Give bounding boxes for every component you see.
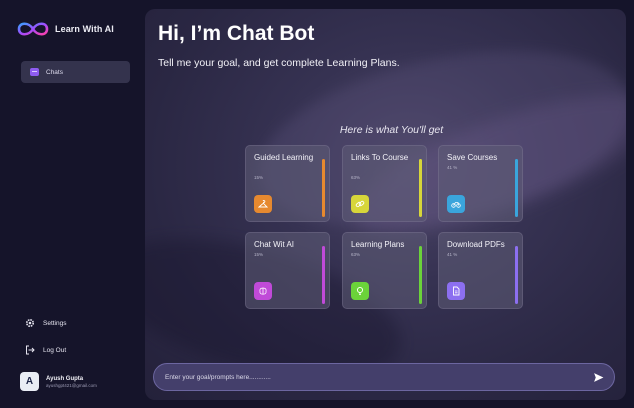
progress-bar — [419, 246, 422, 304]
card-title: Save Courses — [447, 153, 498, 162]
chat-panel: Hi, I’m Chat Bot Tell me your goal, and … — [145, 9, 626, 400]
gear-icon — [25, 318, 35, 328]
brain-icon — [254, 282, 272, 300]
send-icon[interactable] — [593, 372, 604, 383]
card-percent: 41 % — [447, 165, 458, 170]
chat-icon — [30, 68, 39, 76]
bike-icon — [447, 195, 465, 213]
progress-bar — [322, 246, 325, 304]
progress-bar — [515, 159, 518, 217]
card-percent: 41 % — [447, 252, 458, 257]
section-title: Here is what You'll get — [339, 124, 444, 136]
prompt-input[interactable] — [165, 373, 565, 381]
hanger-icon — [254, 195, 272, 213]
progress-bar — [322, 159, 325, 217]
avatar-initial: A — [25, 376, 34, 387]
user-name: Ayush Gupta — [46, 375, 84, 382]
card-title: Links To Course — [351, 153, 409, 162]
card-title: Download PDFs — [447, 240, 505, 249]
feature-card-links-to-course[interactable]: Links To Course 63% — [342, 145, 427, 222]
sidebar: Learn With AI Chats Settings Log Out A A… — [0, 0, 143, 408]
brand-name: Learn With AI — [55, 24, 114, 34]
card-percent: 15% — [254, 175, 264, 180]
prompt-bar — [153, 363, 615, 391]
logout-icon — [26, 345, 35, 355]
card-title: Learning Plans — [351, 240, 405, 249]
progress-bar — [515, 246, 518, 304]
card-title: Chat Wit AI — [254, 240, 295, 249]
card-percent: 63% — [351, 252, 361, 257]
user-profile[interactable]: A Ayush Gupta ayushgpt421@gmail.com — [20, 372, 97, 391]
sidebar-item-label: Chats — [46, 68, 63, 76]
user-email: ayushgpt421@gmail.com — [46, 382, 97, 388]
progress-bar — [419, 159, 422, 217]
feature-card-learning-plans[interactable]: Learning Plans 63% — [342, 232, 427, 309]
lightbulb-icon — [351, 282, 369, 300]
feature-card-download-pdfs[interactable]: Download PDFs 41 % — [438, 232, 523, 309]
avatar[interactable]: A — [20, 372, 39, 391]
page-subtitle: Tell me your goal, and get complete Lear… — [158, 57, 400, 69]
card-title: Guided Learning — [254, 153, 314, 162]
feature-card-save-courses[interactable]: Save Courses 41 % — [438, 145, 523, 222]
feature-card-guided-learning[interactable]: Guided Learning 15% — [245, 145, 330, 222]
sidebar-item-label: Settings — [43, 319, 67, 327]
user-info: Ayush Gupta ayushgpt421@gmail.com — [46, 376, 97, 388]
card-percent: 63% — [351, 175, 361, 180]
link-icon — [351, 195, 369, 213]
document-icon — [447, 282, 465, 300]
page-title: Hi, I’m Chat Bot — [158, 22, 315, 45]
feature-card-chat-with-ai[interactable]: Chat Wit AI 15% — [245, 232, 330, 309]
sidebar-item-label: Log Out — [43, 346, 67, 354]
card-percent: 15% — [254, 252, 264, 257]
sidebar-item-chats[interactable]: Chats — [21, 61, 130, 83]
sidebar-item-logout[interactable]: Log Out — [25, 345, 66, 355]
brand[interactable]: Learn With AI — [16, 18, 114, 40]
infinity-logo-icon — [17, 22, 49, 36]
sidebar-item-settings[interactable]: Settings — [25, 318, 67, 328]
